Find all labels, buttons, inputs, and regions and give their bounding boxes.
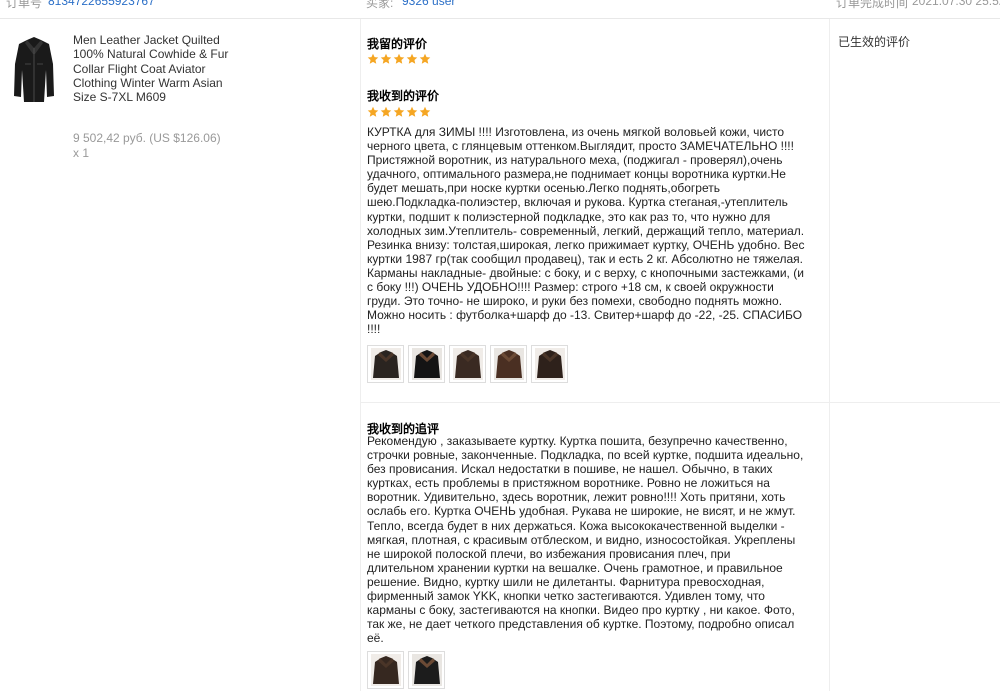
buyer-label: 买家: xyxy=(366,0,394,10)
review-status: 已生效的评价 xyxy=(838,35,911,49)
jacket-photo-6[interactable] xyxy=(367,651,404,689)
review-block: 我留的评价 我收到的评价 КУРТКА для ЗИМЫ !!!! Изгото… xyxy=(361,19,829,403)
jacket-photo-3[interactable] xyxy=(449,345,486,383)
order-number-label: 订单号 xyxy=(6,0,43,10)
completion-time-label: 订单完成时间 xyxy=(836,0,909,10)
followup-block: 我收到的追评 Рекомендую , заказываете куртку. … xyxy=(361,403,829,691)
product-quantity: x 1 xyxy=(73,146,90,160)
star-icon xyxy=(406,53,418,64)
star-icon xyxy=(367,106,379,117)
jacket-photo-7[interactable] xyxy=(408,651,445,689)
jacket-photo-1[interactable] xyxy=(367,345,404,383)
received-rating-stars xyxy=(367,106,431,118)
review-text: КУРТКА для ЗИМЫ !!!! Изготовлена, из оче… xyxy=(367,125,805,337)
jacket-photo-5[interactable] xyxy=(531,345,568,383)
product-price: 9 502,42 руб. (US $126.06) xyxy=(73,131,221,145)
review-column: 我留的评价 我收到的评价 КУРТКА для ЗИМЫ !!!! Изгото… xyxy=(361,19,830,691)
completion-time: 2021.07.30 25:52 xyxy=(912,0,1000,8)
jacket-photo-4[interactable] xyxy=(490,345,527,383)
star-icon xyxy=(380,53,392,64)
jacket-photo-2[interactable] xyxy=(408,345,445,383)
received-rating-label: 我收到的评价 xyxy=(367,89,440,103)
product-title[interactable]: Men Leather Jacket Quilted 100% Natural … xyxy=(73,33,233,104)
product-thumbnail[interactable] xyxy=(13,34,55,104)
order-number-link[interactable]: 8134722655923767 xyxy=(48,0,155,8)
star-icon xyxy=(393,106,405,117)
followup-photos xyxy=(367,651,445,689)
star-icon xyxy=(393,53,405,64)
status-column: 已生效的评价 xyxy=(830,19,1000,691)
star-icon xyxy=(419,106,431,117)
star-icon xyxy=(380,106,392,117)
product-column: Men Leather Jacket Quilted 100% Natural … xyxy=(0,19,361,691)
my-rating-stars xyxy=(367,53,431,65)
order-header: 订单号 8134722655923767 买家: 9326 user 订单完成时… xyxy=(0,0,1000,19)
divider xyxy=(830,402,1000,403)
star-icon xyxy=(419,53,431,64)
my-rating-label: 我留的评价 xyxy=(367,37,428,51)
star-icon xyxy=(367,53,379,64)
leather-jacket-icon xyxy=(14,37,54,102)
buyer-link[interactable]: 9326 user xyxy=(402,0,455,8)
star-icon xyxy=(406,106,418,117)
followup-text: Рекомендую , заказываете куртку. Куртка … xyxy=(367,434,804,646)
review-photos xyxy=(367,345,568,383)
